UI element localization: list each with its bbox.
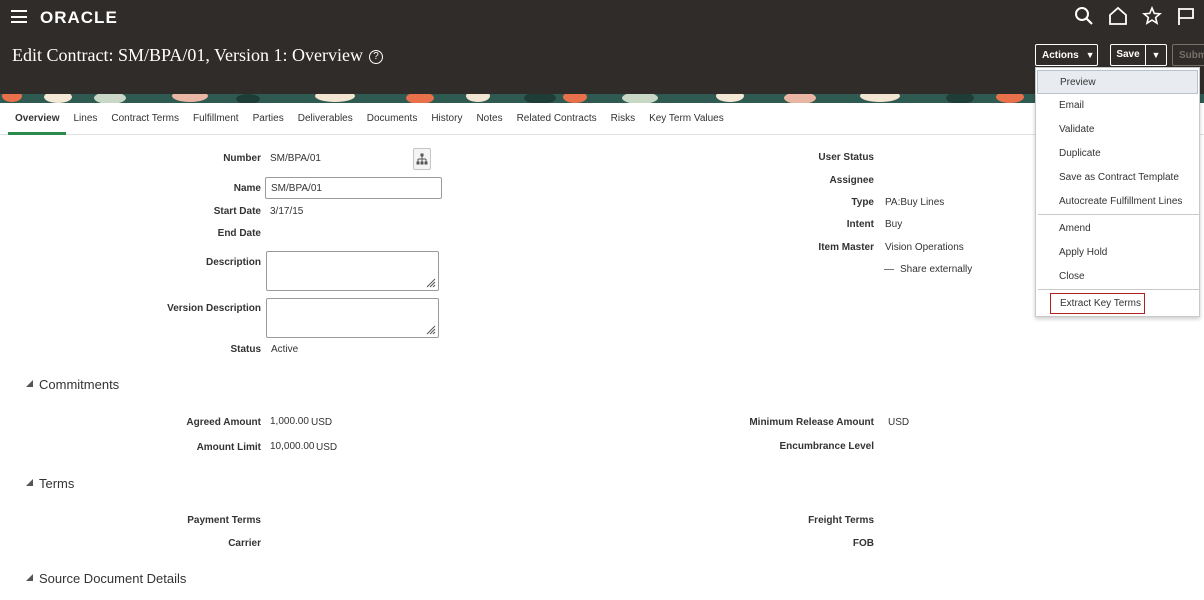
collapse-triangle-icon (26, 574, 33, 581)
menu-item-duplicate[interactable]: Duplicate (1059, 148, 1101, 159)
end-date-label: End Date (217, 228, 261, 239)
minimum-release-currency: USD (888, 417, 910, 428)
source-document-section-header[interactable]: Source Document Details (26, 571, 186, 586)
agreed-amount-currency: USD (311, 417, 333, 428)
terms-title: Terms (39, 476, 75, 491)
payment-terms-label: Payment Terms (187, 515, 261, 526)
menu-item-extract-key-terms[interactable]: Extract Key Terms (1050, 293, 1145, 314)
minimum-release-amount-label: Minimum Release Amount (749, 417, 874, 428)
menu-item-close[interactable]: Close (1059, 271, 1085, 282)
collapse-triangle-icon (26, 479, 33, 486)
global-header: ORACLE Edit Contract: SM/BPA/01, Version… (0, 0, 1204, 94)
terms-section-header[interactable]: Terms (26, 476, 74, 491)
toggle-off-icon (884, 269, 894, 270)
tab-risks[interactable]: Risks (604, 104, 642, 135)
help-icon[interactable]: ? (369, 49, 383, 64)
intent-label: Intent (846, 219, 874, 230)
carrier-label: Carrier (228, 538, 261, 549)
commitments-title: Commitments (39, 377, 120, 392)
intent-value: Buy (885, 219, 903, 230)
version-description-textarea[interactable] (266, 298, 439, 338)
freight-terms-label: Freight Terms (808, 515, 874, 526)
menu-item-save-as-contract-template[interactable]: Save as Contract Template (1059, 172, 1179, 183)
page-title: Edit Contract: SM/BPA/01, Version 1: Ove… (12, 45, 383, 66)
version-description-label: Version Description (167, 303, 261, 314)
menu-separator (1038, 214, 1199, 215)
tab-contract-terms[interactable]: Contract Terms (104, 104, 186, 135)
share-externally-toggle[interactable]: Share externally (884, 264, 972, 275)
resize-grip-icon[interactable] (424, 276, 436, 288)
menu-item-validate[interactable]: Validate (1059, 124, 1094, 135)
submit-button[interactable]: Subm (1172, 44, 1204, 66)
menu-item-preview[interactable]: Preview (1037, 70, 1198, 94)
start-date-value: 3/17/15 (270, 206, 304, 217)
agreed-amount-label: Agreed Amount (186, 417, 261, 428)
actions-menu: Preview Email Validate Duplicate Save as… (1035, 67, 1200, 317)
commitments-section-header[interactable]: Commitments (26, 377, 119, 392)
caret-down-icon: ▼ (1085, 50, 1095, 60)
menu-item-amend[interactable]: Amend (1059, 223, 1091, 234)
fob-label: FOB (852, 538, 874, 549)
tab-lines[interactable]: Lines (66, 104, 104, 135)
amount-limit-currency: USD (316, 442, 338, 453)
submit-button-label: Subm (1179, 49, 1204, 61)
source-document-title: Source Document Details (39, 571, 187, 586)
save-button-label: Save (1111, 45, 1146, 65)
encumbrance-level-label: Encumbrance Level (779, 441, 874, 452)
name-label: Name (233, 183, 261, 194)
actions-button[interactable]: Actions ▼ (1035, 44, 1098, 66)
assignee-label: Assignee (829, 175, 874, 186)
flag-icon[interactable] (1176, 5, 1196, 27)
menu-separator (1038, 289, 1199, 290)
actions-button-label: Actions (1042, 49, 1079, 61)
menu-item-preview-label: Preview (1060, 77, 1096, 88)
type-label: Type (851, 197, 874, 208)
tab-deliverables[interactable]: Deliverables (291, 104, 360, 135)
description-label: Description (205, 257, 261, 268)
search-icon[interactable] (1074, 5, 1094, 27)
agreed-amount-value: 1,000.00 (270, 416, 309, 427)
tab-notes[interactable]: Notes (469, 104, 509, 135)
status-label: Status (230, 344, 261, 355)
number-value: SM/BPA/01 (270, 153, 321, 164)
global-icons (1074, 5, 1196, 27)
tab-documents[interactable]: Documents (360, 104, 425, 135)
description-textarea[interactable] (266, 251, 439, 291)
start-date-label: Start Date (213, 206, 261, 217)
menu-item-email[interactable]: Email (1059, 100, 1084, 111)
menu-item-autocreate-fulfillment-lines[interactable]: Autocreate Fulfillment Lines (1059, 196, 1182, 207)
home-icon[interactable] (1108, 5, 1128, 27)
hierarchy-icon[interactable] (413, 148, 431, 170)
tab-history[interactable]: History (424, 104, 469, 135)
type-value: PA:Buy Lines (885, 197, 945, 208)
item-master-label: Item Master (818, 242, 874, 253)
tab-key-term-values[interactable]: Key Term Values (642, 104, 731, 135)
user-status-label: User Status (818, 152, 874, 163)
amount-limit-label: Amount Limit (196, 442, 261, 453)
tab-parties[interactable]: Parties (246, 104, 291, 135)
status-value: Active (271, 344, 299, 355)
name-input[interactable] (265, 177, 442, 199)
share-externally-label: Share externally (900, 264, 973, 275)
star-icon[interactable] (1142, 5, 1162, 27)
navigator-menu-icon[interactable] (11, 10, 27, 23)
item-master-value: Vision Operations (885, 242, 964, 253)
tab-overview[interactable]: Overview (8, 104, 67, 135)
amount-limit-value: 10,000.00 (270, 441, 315, 452)
save-button[interactable]: Save ▼ (1110, 44, 1167, 66)
resize-grip-icon[interactable] (424, 323, 436, 335)
menu-item-apply-hold[interactable]: Apply Hold (1059, 247, 1107, 258)
oracle-logo: ORACLE (40, 8, 118, 27)
tab-fulfillment[interactable]: Fulfillment (186, 104, 246, 135)
collapse-triangle-icon (26, 380, 33, 387)
tab-bar: Overview Lines Contract Terms Fulfillmen… (0, 104, 1204, 135)
number-label: Number (223, 153, 261, 164)
save-options-caret-icon[interactable]: ▼ (1146, 50, 1166, 60)
tab-related-contracts[interactable]: Related Contracts (510, 104, 604, 135)
page-title-text: Edit Contract: SM/BPA/01, Version 1: Ove… (12, 45, 363, 65)
decorative-banner (0, 94, 1204, 103)
